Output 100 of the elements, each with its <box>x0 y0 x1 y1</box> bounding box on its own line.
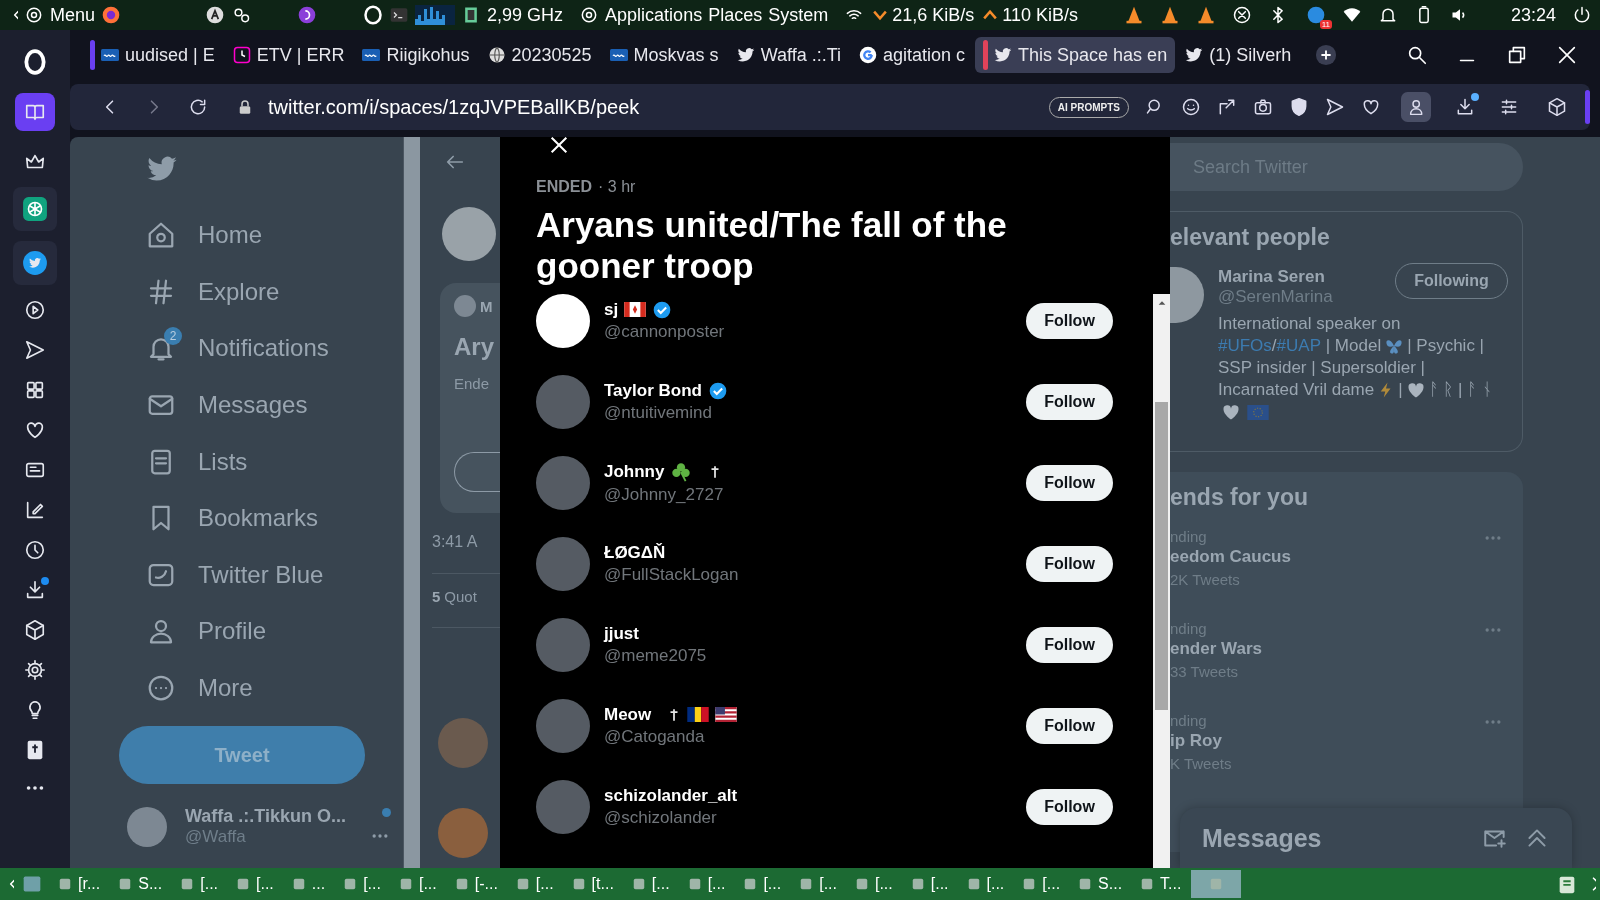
taskbar-button[interactable]: [r... <box>50 870 109 898</box>
settings-icon[interactable] <box>24 659 46 681</box>
cube-icon[interactable] <box>1547 97 1567 117</box>
nav-link[interactable]: Explore <box>198 277 280 306</box>
twitter-icon[interactable] <box>22 250 48 276</box>
trend-title[interactable]: ip Roy <box>1170 731 1232 751</box>
edit-icon[interactable] <box>24 499 46 521</box>
address-field[interactable]: twitter.com/i/spaces/1zqJVPEBallKB/peek <box>268 95 640 119</box>
user-name: schizolander_alt <box>604 785 738 806</box>
gears-icon[interactable] <box>231 5 252 25</box>
taskbar-button[interactable]: S... <box>110 870 171 898</box>
opera-logo-icon[interactable] <box>22 49 48 75</box>
shield-icon[interactable] <box>1289 97 1309 117</box>
circle-x-icon[interactable] <box>1231 5 1252 25</box>
profile-icon[interactable] <box>1401 92 1431 122</box>
send-icon[interactable] <box>1325 97 1345 117</box>
follow-button[interactable]: Follow <box>1026 383 1113 420</box>
nav-link[interactable]: More <box>198 674 253 703</box>
browser-tab[interactable]: Riigikohus <box>354 37 478 73</box>
menu-button[interactable]: Menu <box>50 4 96 26</box>
follow-button[interactable]: Follow <box>1026 302 1113 339</box>
taskbar-button[interactable]: [... <box>390 870 445 898</box>
clock-icon[interactable] <box>24 539 46 561</box>
sidebar-button[interactable] <box>15 93 55 131</box>
follow-button[interactable]: Follow <box>1026 626 1113 663</box>
heart-icon[interactable] <box>1361 97 1381 117</box>
nav-link[interactable]: Home <box>198 221 263 250</box>
taskbar-button[interactable]: [... <box>902 870 957 898</box>
browser-tab[interactable]: (1) Silverh <box>1177 37 1300 73</box>
taskbar-button[interactable]: S... <box>1070 870 1131 898</box>
browser-tab[interactable]: 20230525 <box>479 37 600 73</box>
cube-icon[interactable] <box>24 619 46 641</box>
follow-button[interactable]: Follow <box>1026 788 1113 825</box>
taskbar-button[interactable]: ... <box>283 870 334 898</box>
taskbar-button[interactable]: [t... <box>563 870 622 898</box>
sliders-icon[interactable] <box>1499 97 1519 117</box>
camera-icon[interactable] <box>1253 97 1273 117</box>
panel-menu[interactable]: Applications <box>605 4 703 26</box>
new-tab-icon[interactable] <box>1315 44 1338 66</box>
opera-icon[interactable] <box>363 5 384 25</box>
browser-tab[interactable]: agitation c <box>851 37 974 73</box>
terminal-icon[interactable] <box>389 5 410 25</box>
taskbar-button[interactable]: [... <box>172 870 227 898</box>
taskbar-button[interactable]: T... <box>1132 870 1190 898</box>
nav-link[interactable]: Bookmarks <box>198 504 319 533</box>
scrollbar-thumb[interactable] <box>1155 402 1168 710</box>
reload-icon[interactable] <box>188 97 208 117</box>
letter-a-icon[interactable] <box>205 5 226 25</box>
scrollbar[interactable] <box>1153 294 1170 868</box>
nav-link[interactable]: Twitter Blue <box>198 560 324 589</box>
browser-icon[interactable] <box>101 5 122 25</box>
taskbar-button[interactable]: [... <box>846 870 901 898</box>
taskbar-button[interactable]: [... <box>735 870 790 898</box>
taskbar-button[interactable]: [... <box>679 870 734 898</box>
play-icon[interactable] <box>24 299 46 321</box>
taskbar-button[interactable]: [... <box>507 870 562 898</box>
send-icon[interactable] <box>24 339 46 361</box>
panel-menu[interactable]: System <box>768 4 829 26</box>
follow-button[interactable]: Follow <box>1026 545 1113 582</box>
heart-icon[interactable] <box>24 419 46 441</box>
taskbar-button[interactable]: [... <box>958 870 1013 898</box>
trend-title[interactable]: eedom Caucus <box>1170 547 1291 567</box>
browser-tab[interactable]: Moskvas s <box>601 37 727 73</box>
notification-badge: 11 <box>1319 20 1332 29</box>
taskbar-button[interactable]: [... <box>228 870 282 898</box>
follow-button[interactable]: Follow <box>1026 707 1113 744</box>
browser-tab[interactable]: This Space has en <box>975 37 1176 73</box>
taskbar-button[interactable]: [... <box>1014 870 1069 898</box>
browser-tab[interactable]: Waffa .:.Ti <box>728 37 849 73</box>
sidebar-toggle[interactable] <box>1585 90 1590 124</box>
power-icon[interactable] <box>1572 5 1592 25</box>
close-icon[interactable] <box>548 137 570 156</box>
taskbar-button[interactable]: [... <box>623 870 678 898</box>
app-icon <box>1022 877 1037 891</box>
emoji-icon[interactable] <box>1181 97 1201 117</box>
nav-link[interactable]: Notifications <box>198 334 329 363</box>
grid-icon[interactable] <box>24 379 46 401</box>
menu-logo-icon[interactable] <box>24 5 44 25</box>
panel-menu[interactable]: Places <box>708 4 763 26</box>
flag-icon <box>715 707 738 722</box>
share-icon[interactable] <box>1217 97 1237 117</box>
nav-link[interactable]: Profile <box>198 617 267 646</box>
nav-link[interactable]: Messages <box>198 391 308 420</box>
download-icon[interactable] <box>1455 97 1475 117</box>
close-icon[interactable] <box>1556 44 1578 66</box>
taskbar-button[interactable]: [... <box>335 870 389 898</box>
browser-tab[interactable]: uudised | E <box>82 37 223 73</box>
download-icon[interactable] <box>24 579 46 601</box>
follow-button[interactable]: Follow <box>1026 464 1113 501</box>
chatgpt-icon[interactable] <box>22 196 48 222</box>
browser-tab[interactable]: ETV | ERR <box>224 37 353 73</box>
cpu-graph-icon <box>415 5 456 25</box>
scrollbar[interactable] <box>403 137 420 868</box>
nav-link[interactable]: Lists <box>198 447 248 476</box>
trend-title[interactable]: ender Wars <box>1170 639 1262 659</box>
taskbar-button[interactable]: [-... <box>446 870 506 898</box>
restore-icon[interactable] <box>1506 44 1528 66</box>
taskbar-button[interactable]: [... <box>791 870 845 898</box>
app-icon[interactable] <box>297 5 318 25</box>
search-icon[interactable] <box>1406 44 1428 66</box>
